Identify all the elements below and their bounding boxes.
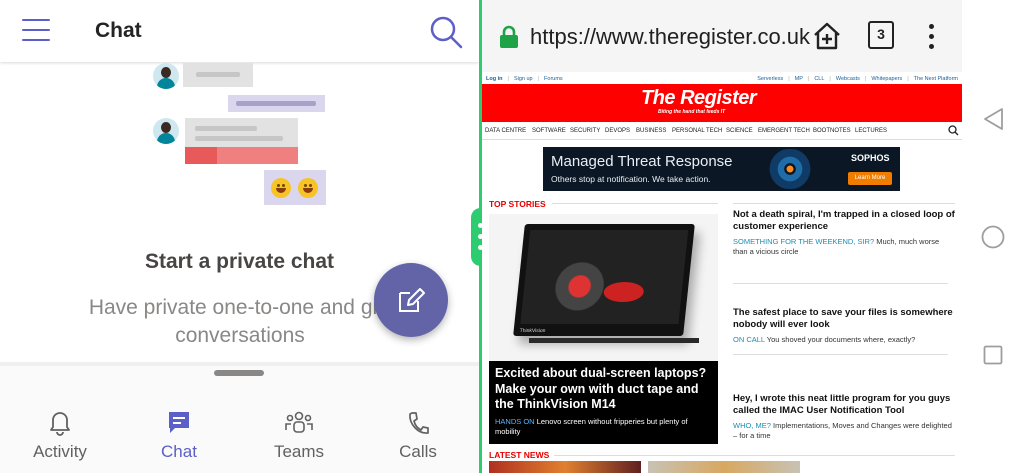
section-link[interactable]: SOFTWARE	[532, 128, 566, 134]
advert-banner[interactable]: Managed Threat Response Others stop at n…	[543, 147, 900, 191]
story-headline: Not a death spiral, I'm trapped in a clo…	[733, 209, 955, 232]
hamburger-menu-icon[interactable]	[22, 19, 50, 43]
nav-label: Activity	[33, 442, 87, 461]
smiley-emoji-icon	[271, 178, 291, 198]
section-nav: DATA CENTRE SOFTWARE SECURITY DEVOPS BUS…	[482, 125, 962, 139]
chat-icon	[169, 412, 189, 433]
avatar	[153, 118, 179, 144]
story-standfirst: You shoved your documents where, exactly…	[766, 335, 916, 344]
bottom-nav: Activity Chat Teams Calls	[0, 366, 479, 473]
site-banner[interactable]: The Register Biting the hand that feeds …	[482, 84, 962, 122]
ad-subline: Others stop at notification. We take act…	[551, 174, 711, 184]
teams-app: Chat Start a private chat Have private o…	[0, 0, 479, 473]
page-title: Chat	[95, 19, 142, 42]
top-link[interactable]: Whitepapers	[871, 76, 902, 82]
nav-label: Chat	[161, 442, 197, 461]
nav-activity[interactable]: Activity	[10, 406, 110, 462]
lock-icon	[500, 25, 518, 48]
section-link[interactable]: PERSONAL TECH	[672, 128, 722, 134]
compose-icon	[399, 288, 425, 312]
smiley-emoji-icon	[298, 178, 318, 198]
hero-kicker: HANDS ON	[495, 416, 535, 426]
latest-news-thumbnail[interactable]	[489, 461, 641, 473]
story-headline: Hey, I wrote this neat little program fo…	[733, 393, 951, 416]
forums-link[interactable]: Forums	[544, 76, 563, 82]
ad-graphic	[755, 149, 825, 189]
site-top-links: Log in | Sign up | Forums Serverless | MP | CLL |…	[486, 76, 958, 82]
section-link[interactable]: LECTURES	[855, 128, 887, 134]
hero-story[interactable]: Excited about dual-screen laptops? Make …	[489, 361, 718, 444]
latest-news-thumbnail[interactable]	[648, 461, 800, 473]
ad-headline: Managed Threat Response	[551, 153, 733, 170]
android-nav-bar	[962, 0, 1024, 473]
ad-learn-more-button[interactable]: Learn More	[848, 172, 892, 185]
story-kicker: WHO, ME?	[733, 421, 771, 430]
home-icon[interactable]	[981, 225, 1005, 249]
more-options-icon[interactable]	[929, 24, 935, 54]
section-link[interactable]: EMERGENT TECH	[758, 128, 810, 134]
address-bar[interactable]: https://www.theregister.co.uk	[530, 24, 810, 50]
new-chat-button[interactable]	[374, 263, 448, 337]
top-link[interactable]: CLL	[814, 76, 824, 82]
site-logo: The Register	[641, 87, 757, 109]
login-link[interactable]: Log in	[486, 76, 503, 82]
top-stories-heading: TOP STORIES	[489, 199, 546, 209]
story-headline: The safest place to save your files is s…	[733, 307, 953, 330]
nav-label: Calls	[399, 442, 437, 461]
avatar	[153, 63, 179, 89]
browser-app: https://www.theregister.co.uk 3 Log in | S…	[482, 0, 962, 473]
story-kicker: SOMETHING FOR THE WEEKEND, SIR?	[733, 237, 875, 246]
top-link[interactable]: The Next Platform	[914, 76, 958, 82]
bell-icon	[50, 412, 70, 436]
signup-link[interactable]: Sign up	[514, 76, 533, 82]
hero-headline: Excited about dual-screen laptops? Make …	[495, 366, 707, 411]
screen: Chat Start a private chat Have private o…	[0, 0, 1024, 473]
section-link[interactable]: BUSINESS	[636, 128, 666, 134]
section-link[interactable]: DEVOPS	[605, 128, 630, 134]
browser-toolbar: https://www.theregister.co.uk 3	[482, 0, 962, 72]
app-header: Chat	[0, 0, 479, 62]
url-host: www.theregister.co.uk	[596, 24, 811, 49]
nav-chat[interactable]: Chat	[129, 406, 229, 462]
top-link[interactable]: Serverless	[757, 76, 783, 82]
nav-label: Teams	[273, 442, 325, 461]
latest-news-heading: LATEST NEWS	[489, 450, 550, 460]
ad-brand: SOPHOS	[851, 153, 890, 163]
phone-icon	[409, 412, 429, 434]
hero-image[interactable]: ThinkVision	[489, 214, 718, 362]
top-link[interactable]: Webcasts	[836, 76, 860, 82]
search-icon[interactable]	[428, 14, 464, 50]
drag-handle[interactable]	[214, 370, 264, 376]
home-add-icon[interactable]	[812, 21, 842, 51]
nav-calls[interactable]: Calls	[368, 406, 468, 462]
empty-state-subtitle: Have private one-to-one and gro conversa…	[60, 294, 420, 350]
back-icon[interactable]	[982, 107, 1004, 131]
section-link[interactable]: DATA CENTRE	[485, 128, 526, 134]
section-link[interactable]: BOOTNOTES	[813, 128, 851, 134]
story-item[interactable]: The safest place to save your files is s…	[733, 307, 955, 345]
recents-icon[interactable]	[983, 345, 1003, 365]
empty-state-subtitle-line: conversations	[175, 324, 305, 347]
site-search-icon[interactable]	[948, 125, 959, 136]
story-item[interactable]: Hey, I wrote this neat little program fo…	[733, 393, 955, 441]
empty-chat-illustration	[150, 62, 340, 212]
nav-teams[interactable]: Teams	[249, 406, 349, 462]
teams-icon	[285, 411, 313, 433]
web-page: Log in | Sign up | Forums Serverless | MP | CLL |…	[482, 72, 962, 473]
section-link[interactable]: SCIENCE	[726, 128, 753, 134]
top-link[interactable]: MP	[795, 76, 803, 82]
empty-state-subtitle-line: Have private one-to-one and gro	[88, 296, 392, 319]
story-kicker: ON CALL	[733, 335, 765, 344]
hero-image-brand: ThinkVision	[519, 328, 546, 334]
url-scheme: https://	[530, 24, 597, 49]
tab-switcher-button[interactable]: 3	[868, 21, 894, 49]
story-item[interactable]: Not a death spiral, I'm trapped in a clo…	[733, 209, 955, 257]
section-link[interactable]: SECURITY	[570, 128, 600, 134]
site-tagline: Biting the hand that feeds IT	[658, 109, 726, 115]
